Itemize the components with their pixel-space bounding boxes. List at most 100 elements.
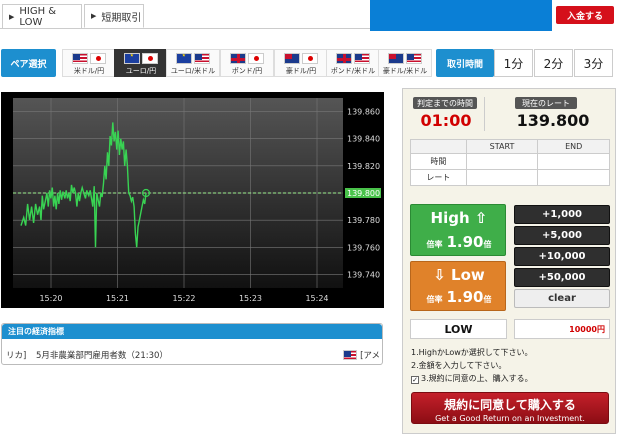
caret-right-icon: ▶ — [9, 12, 15, 21]
x-tick-label: 15:21 — [106, 294, 129, 303]
pair-button[interactable]: 豪ドル/円 — [274, 49, 328, 77]
low-button[interactable]: ⇩ Low 倍率 1.90倍 — [410, 261, 506, 311]
eu-flag-icon — [176, 52, 192, 64]
payout-unit: 倍 — [483, 240, 492, 249]
tab-high-low[interactable]: ▶ HIGH & LOW — [2, 4, 82, 28]
agree-and-buy-button[interactable]: 規約に同意して購入する Get a Good Return on an Inve… — [411, 392, 609, 424]
buy-title: 規約に同意して購入する — [444, 398, 576, 412]
y-tick-label: 139.760 — [347, 243, 380, 252]
top-bar: ▶ HIGH & LOW ▶ 短期取引 入金する — [0, 0, 619, 34]
jp-flag-icon — [248, 52, 264, 64]
instruction-1: 1.HighかLowか選択して下さい。 — [411, 348, 533, 357]
pair-button[interactable]: 米ドル/円 — [62, 49, 116, 77]
deposit-button[interactable]: 入金する — [556, 6, 614, 24]
tab-label: 短期取引 — [101, 12, 142, 24]
low-label: Low — [451, 266, 485, 284]
selected-direction: LOW — [410, 319, 507, 339]
low-payout: 倍率 1.90倍 — [411, 288, 507, 306]
pair-flags — [176, 52, 210, 64]
low-title: ⇩ Low — [411, 266, 507, 284]
us-flag-icon — [194, 52, 210, 64]
pair-select-label: ペア選択 — [1, 49, 56, 77]
economic-indicator-row[interactable]: リカ] 5月非農業部門雇用者数（21:30） [アメ — [6, 347, 380, 362]
start-end-table: START END 時間 レート — [410, 139, 610, 186]
x-tick-label: 15:22 — [172, 294, 195, 303]
pair-button[interactable]: ユーロ/米ドル — [166, 49, 220, 77]
x-tick-label: 15:23 — [239, 294, 262, 303]
header-banner — [370, 0, 552, 31]
payout-value: 1.90 — [446, 288, 484, 306]
pair-button[interactable]: ポンド/米ドル — [326, 49, 380, 77]
au-flag-icon — [284, 52, 300, 64]
gb-flag-icon — [336, 52, 352, 64]
economic-indicator-header: 注目の経済指標 — [2, 324, 382, 339]
amount-plus-50000-button[interactable]: +50,000 — [514, 268, 610, 287]
row-label: 時間 — [410, 153, 467, 170]
caret-right-icon: ▶ — [91, 12, 97, 20]
buy-subtitle: Get a Good Return on an Investment. — [435, 414, 585, 423]
payout-label: 倍率 — [426, 240, 443, 249]
payout-unit: 倍 — [483, 295, 492, 304]
jp-flag-icon — [90, 52, 106, 64]
trade-panel: 判定までの時間 現在のレート 01:00 139.800 START END 時… — [402, 88, 616, 434]
pair-flags — [284, 52, 318, 64]
indicator-country: リカ] — [6, 350, 27, 361]
trade-time-2min[interactable]: 2分 — [534, 49, 573, 77]
y-tick-label: 139.840 — [347, 135, 380, 144]
y-tick-label: 139.780 — [347, 216, 380, 225]
pair-flags — [230, 52, 264, 64]
pair-label: ポンド/米ドル — [330, 67, 376, 75]
high-title: High ⇧ — [411, 209, 507, 227]
pair-button[interactable]: 豪ドル/米ドル — [378, 49, 432, 77]
pair-label: 豪ドル/円 — [285, 67, 317, 75]
y-tick-label: 139.740 — [347, 270, 380, 279]
eu-flag-icon — [124, 52, 140, 64]
pair-button[interactable]: ユーロ/円 — [114, 49, 168, 77]
pair-label: 豪ドル/米ドル — [382, 67, 428, 75]
au-flag-icon — [388, 52, 404, 64]
price-chart-svg: 139.860 139.840 139.820 139.800 139.780 139.7… — [13, 98, 381, 303]
pair-flags — [336, 52, 370, 64]
row-label: レート — [410, 169, 467, 186]
trade-time-1min[interactable]: 1分 — [494, 49, 533, 77]
high-label: High — [430, 209, 470, 227]
row-end — [537, 153, 610, 170]
agree-checkbox[interactable]: ✓ — [411, 376, 419, 384]
current-rate-label: 現在のレート — [515, 97, 577, 109]
pair-selector: ペア選択 米ドル/円 ユーロ/円 ユーロ/米ドル ポンド/円 豪ドル/円 ポンド/米ドル豪… — [0, 48, 619, 78]
countdown-value: 01:00 — [420, 111, 472, 130]
x-tick-label: 15:20 — [39, 294, 62, 303]
x-tick-label: 15:24 — [305, 294, 328, 303]
us-flag-icon — [343, 349, 358, 360]
clear-button[interactable]: clear — [514, 289, 610, 308]
arrow-up-icon: ⇧ — [474, 209, 488, 227]
amount-input[interactable]: 10000円 — [514, 319, 610, 339]
trade-time-label: 取引時間 — [436, 49, 494, 77]
tab-label: HIGH & LOW — [19, 5, 57, 28]
row-start — [465, 153, 539, 170]
instruction-3: 3.規約に同意の上、購入する。 — [421, 374, 533, 383]
high-button[interactable]: High ⇧ 倍率 1.90倍 — [410, 204, 506, 256]
current-rate-value: 139.800 — [516, 111, 590, 130]
instruction-3-row: ✓ 3.規約に同意の上、購入する。 — [411, 373, 533, 384]
amount-plus-1000-button[interactable]: +1,000 — [514, 205, 610, 224]
jp-flag-icon — [142, 52, 158, 64]
pair-flags — [72, 52, 106, 64]
tab-short-term[interactable]: ▶ 短期取引 — [84, 4, 144, 28]
pair-label: 米ドル/円 — [73, 67, 105, 75]
indicator-title: 5月非農業部門雇用者数（21:30） — [36, 350, 168, 361]
us-flag-icon — [72, 52, 88, 64]
price-chart: 139.860 139.840 139.820 139.800 139.780 139.7… — [1, 92, 384, 308]
arrow-down-icon: ⇩ — [433, 266, 446, 284]
payout-value: 1.90 — [446, 233, 484, 251]
trade-time-3min[interactable]: 3分 — [574, 49, 613, 77]
panel-divider — [484, 97, 485, 131]
table-header-cell: END — [537, 139, 610, 154]
amount-plus-5000-button[interactable]: +5,000 — [514, 226, 610, 245]
instruction-2: 2.金額を入力して下さい。 — [411, 361, 507, 370]
pair-button[interactable]: ポンド/円 — [220, 49, 274, 77]
pair-label: ポンド/円 — [231, 67, 263, 75]
amount-plus-10000-button[interactable]: +10,000 — [514, 247, 610, 266]
high-payout: 倍率 1.90倍 — [411, 233, 507, 251]
pair-label: ユーロ/円 — [125, 67, 157, 75]
